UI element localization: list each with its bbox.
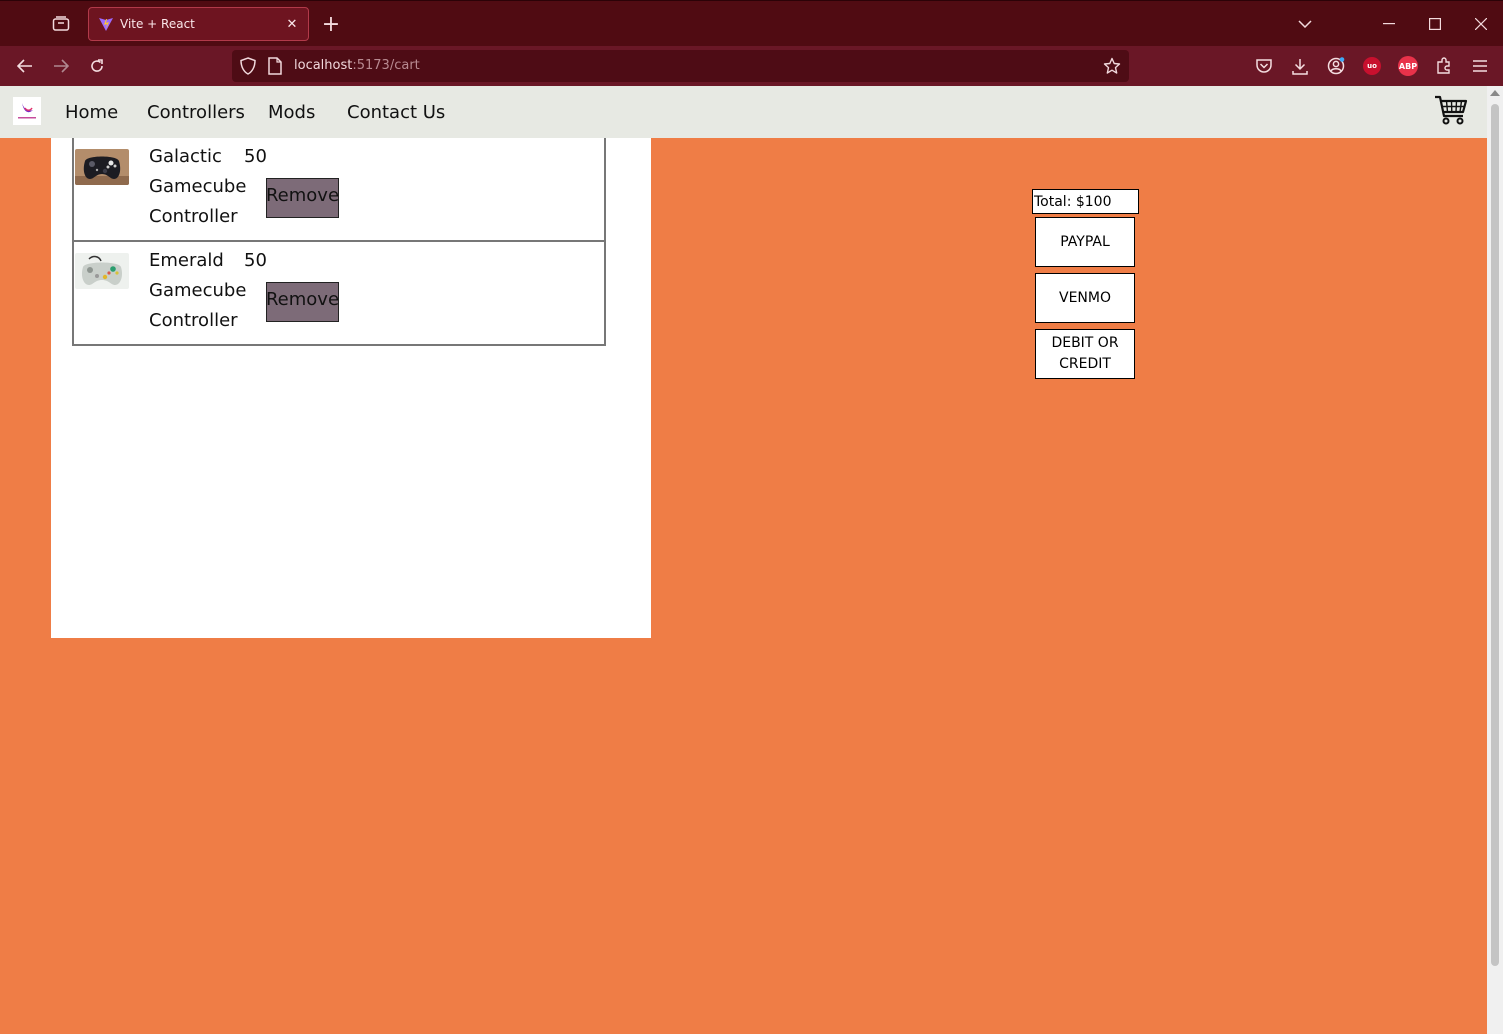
extensions-puzzle-icon[interactable] bbox=[1432, 54, 1456, 78]
shopping-cart-icon[interactable] bbox=[1434, 94, 1468, 126]
cart-item-name: Galactic Gamecube Controller bbox=[149, 146, 247, 227]
url-text: localhost:5173/cart bbox=[294, 58, 420, 73]
page-scrollbar[interactable] bbox=[1487, 86, 1503, 1034]
cart-item-row: Galactic Gamecube Controller 50 Remove bbox=[74, 138, 604, 242]
vite-favicon-icon bbox=[99, 18, 113, 31]
debit-credit-button[interactable]: DEBIT OR CREDIT bbox=[1035, 329, 1135, 379]
adblock-plus-icon[interactable]: ABP bbox=[1396, 54, 1420, 78]
back-arrow-icon[interactable] bbox=[10, 51, 40, 81]
galactic-controller-image bbox=[75, 149, 129, 185]
list-all-tabs-icon[interactable] bbox=[1288, 7, 1322, 41]
new-tab-icon[interactable]: + bbox=[318, 10, 344, 38]
site-logo[interactable] bbox=[13, 97, 41, 125]
menu-hamburger-icon[interactable] bbox=[1468, 54, 1492, 78]
emerald-controller-image bbox=[75, 253, 129, 289]
nav-home-link[interactable]: Home bbox=[65, 102, 118, 123]
cart-panel: Galactic Gamecube Controller 50 Remove E… bbox=[51, 138, 651, 638]
cart-total: Total: $100 bbox=[1032, 189, 1139, 214]
tab-title: Vite + React bbox=[120, 17, 195, 31]
account-icon[interactable] bbox=[1324, 54, 1348, 78]
cart-item-price: 50 bbox=[244, 146, 267, 167]
downloads-icon[interactable] bbox=[1288, 54, 1312, 78]
pocket-icon[interactable] bbox=[1252, 54, 1276, 78]
remove-item-button[interactable]: Remove bbox=[266, 178, 339, 218]
tab-overview-icon[interactable] bbox=[46, 9, 76, 39]
page-info-icon[interactable] bbox=[268, 57, 282, 75]
nav-controllers-link[interactable]: Controllers bbox=[147, 102, 245, 123]
cart-item-list: Galactic Gamecube Controller 50 Remove E… bbox=[72, 138, 606, 346]
minimize-icon[interactable] bbox=[1372, 7, 1406, 41]
venmo-button[interactable]: VENMO bbox=[1035, 273, 1135, 323]
forward-arrow-icon[interactable] bbox=[46, 51, 76, 81]
cart-item-price: 50 bbox=[244, 250, 267, 271]
site-header: Home Controllers Mods Contact Us bbox=[0, 86, 1487, 138]
address-bar[interactable]: localhost:5173/cart bbox=[232, 50, 1129, 82]
close-tab-icon[interactable]: ✕ bbox=[280, 12, 304, 36]
scrollbar-thumb[interactable] bbox=[1491, 104, 1499, 966]
bookmark-star-icon[interactable] bbox=[1101, 55, 1123, 77]
maximize-icon[interactable] bbox=[1418, 7, 1452, 41]
nav-mods-link[interactable]: Mods bbox=[268, 102, 315, 123]
cart-item-name: Emerald Gamecube Controller bbox=[149, 250, 247, 331]
ublock-extension-icon[interactable]: uo bbox=[1360, 54, 1384, 78]
browser-toolbar: localhost:5173/cart uo ABP bbox=[0, 46, 1503, 86]
browser-tab-active[interactable]: Vite + React ✕ bbox=[88, 7, 309, 41]
nav-contact-link[interactable]: Contact Us bbox=[347, 102, 445, 123]
browser-tab-bar: Vite + React ✕ + bbox=[0, 0, 1503, 46]
scroll-up-arrow-icon[interactable] bbox=[1490, 90, 1500, 96]
paypal-button[interactable]: PAYPAL bbox=[1035, 217, 1135, 267]
remove-item-button[interactable]: Remove bbox=[266, 282, 339, 322]
reload-icon[interactable] bbox=[82, 51, 112, 81]
cart-item-row: Emerald Gamecube Controller 50 Remove bbox=[74, 242, 604, 344]
tracking-shield-icon[interactable] bbox=[240, 57, 256, 75]
close-window-icon[interactable] bbox=[1464, 7, 1498, 41]
